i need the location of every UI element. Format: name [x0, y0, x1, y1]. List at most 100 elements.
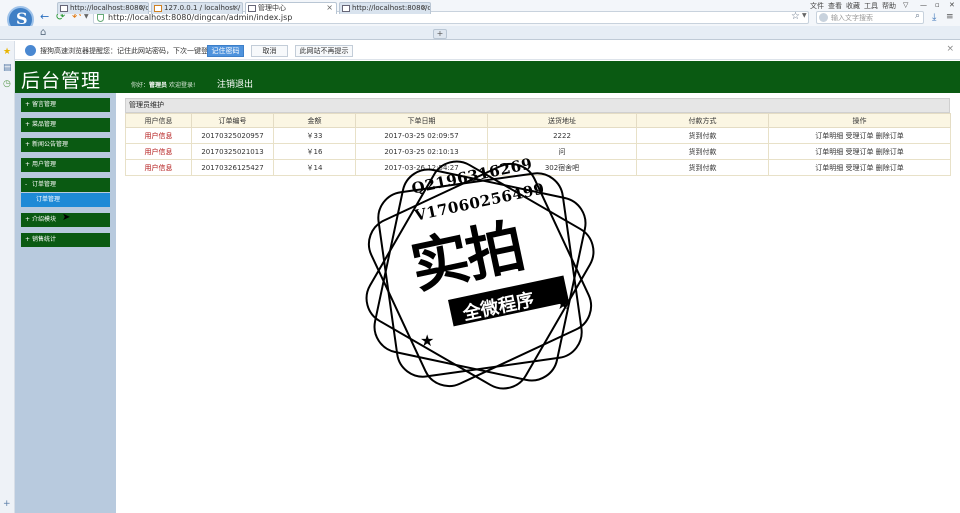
admin-header: 后台管理 你好：管理员 欢迎登录! 注销退出: [15, 61, 960, 93]
sidebar-subitem-order-management[interactable]: 订单管理: [21, 193, 110, 207]
tab-1[interactable]: http://localhost:8080/c ×: [57, 2, 149, 14]
search-box[interactable]: 输入文字搜索 ⌕: [816, 11, 924, 24]
order-no: 20170325020957: [191, 127, 274, 144]
search-icon[interactable]: ⌕: [915, 11, 920, 21]
sidebar-item-messages[interactable]: + 留言管理: [21, 98, 110, 112]
col-order-date: 下单日期: [355, 113, 488, 128]
order-actions[interactable]: 订单明细 受理订单 删除订单: [768, 127, 951, 144]
skin-icon[interactable]: ▽: [903, 1, 908, 9]
sidebar-item-label: 新闻公告管理: [32, 141, 69, 148]
sidebar-item-news[interactable]: + 新闻公告管理: [21, 138, 110, 152]
panel-title: 管理员维护: [125, 98, 950, 113]
order-date: 2017-03-25 02:09:57: [355, 127, 488, 144]
col-order-no: 订单编号: [191, 113, 274, 128]
sidebar-item-label: 菜品管理: [32, 121, 57, 128]
order-actions[interactable]: 订单明细 受理订单 删除订单: [768, 143, 951, 160]
amount: ￥33: [273, 127, 356, 144]
sidebar-item-orders[interactable]: - 订单管理: [21, 178, 110, 192]
tab-label: http://localhost:8080/c: [352, 4, 431, 12]
sidebar-item-label: 介绍模块: [32, 216, 57, 223]
user-info-link[interactable]: 用户信息: [125, 143, 192, 160]
user-info-link[interactable]: 用户信息: [125, 127, 192, 144]
tab-bar: [0, 26, 960, 40]
tab-label: 管理中心: [258, 4, 286, 12]
home-icon[interactable]: ⌂: [40, 27, 46, 38]
tab-label: http://localhost:8080/c: [70, 4, 149, 12]
expand-icon: +: [25, 161, 31, 168]
secure-shield-icon: [97, 14, 104, 22]
password-prompt-message: 搜狗高速浏览器提醒您：记住此网站密码，下次一键登录！: [40, 47, 222, 55]
password-prompt-bar: 搜狗高速浏览器提醒您：记住此网站密码，下次一键登录！ 记住密码 取消 此网站不再…: [15, 41, 960, 60]
order-no: 20170325021013: [191, 143, 274, 160]
search-engine-icon[interactable]: [819, 13, 828, 22]
sidebar-item-label: 销售统计: [32, 236, 57, 243]
main-menu-icon[interactable]: ≡: [946, 12, 954, 22]
col-actions: 操作: [768, 113, 951, 128]
payment: 货到付款: [636, 143, 769, 160]
sidebar-item-label: 用户管理: [32, 161, 57, 168]
favorites-star-icon[interactable]: ★: [3, 47, 11, 57]
minimize-icon[interactable]: —: [920, 1, 927, 9]
close-window-icon[interactable]: ✕: [949, 1, 955, 9]
bookmark-star-icon[interactable]: ☆: [791, 11, 800, 22]
logout-link[interactable]: 注销退出: [217, 77, 253, 90]
user-info-link[interactable]: 用户信息: [125, 159, 192, 176]
new-tab-button[interactable]: +: [433, 29, 447, 39]
greeting: 你好：管理员 欢迎登录!: [131, 80, 195, 89]
greeting-suffix: 欢迎登录!: [169, 82, 196, 89]
page-icon: [60, 5, 68, 12]
admin-sidebar: + 留言管理 + 菜品管理 + 新闻公告管理 + 用户管理 - 订单管理 订单管理 + 介绍…: [15, 93, 116, 513]
tab-4[interactable]: http://localhost:8080/c ×: [339, 2, 431, 14]
order-no: 20170326125427: [191, 159, 274, 176]
col-amount: 金额: [273, 113, 356, 128]
greeting-prefix: 你好：: [131, 82, 150, 89]
address-dropdown-icon[interactable]: ▼: [802, 12, 807, 19]
page-icon: [342, 5, 350, 12]
address: 2222: [487, 127, 637, 144]
sidebar-item-label: 订单管理: [32, 181, 57, 188]
order-actions[interactable]: 订单明细 受理订单 删除订单: [768, 159, 951, 176]
tab-2[interactable]: 127.0.0.1 / localhost / ×: [151, 2, 243, 14]
sidebar-item-dishes[interactable]: + 菜品管理: [21, 118, 110, 132]
browser-sidebar: ★ ▤ ◷ +: [0, 41, 15, 513]
close-tab-icon[interactable]: ×: [138, 3, 145, 13]
close-prompt-icon[interactable]: ×: [946, 44, 954, 54]
lightbulb-icon: [25, 45, 36, 56]
close-tab-icon[interactable]: ×: [232, 3, 239, 13]
expand-icon: +: [25, 121, 31, 128]
mouse-cursor-icon: ➤: [62, 212, 71, 223]
col-payment: 付款方式: [636, 113, 769, 128]
star-icon: ★: [556, 294, 571, 313]
remember-password-button[interactable]: 记住密码: [207, 45, 244, 57]
amount: ￥14: [273, 159, 356, 176]
col-address: 送货地址: [487, 113, 637, 128]
reading-icon[interactable]: ▤: [3, 63, 12, 73]
back-icon[interactable]: ←: [40, 11, 49, 23]
payment: 货到付款: [636, 159, 769, 176]
expand-icon: +: [25, 236, 31, 243]
close-tab-icon[interactable]: ×: [420, 3, 427, 13]
site-title: 后台管理: [21, 70, 102, 92]
address-text[interactable]: http://localhost:8080/dingcan/admin/inde…: [108, 13, 292, 22]
tab-label: 127.0.0.1 / localhost /: [164, 4, 241, 12]
maximize-icon[interactable]: ▫: [935, 1, 940, 9]
amount: ￥16: [273, 143, 356, 160]
add-sidebar-icon[interactable]: +: [3, 499, 11, 509]
close-tab-icon[interactable]: ×: [326, 3, 333, 13]
search-input[interactable]: 输入文字搜索: [831, 13, 873, 23]
never-prompt-button[interactable]: 此网站不再提示: [295, 45, 353, 57]
username: 管理员: [149, 82, 168, 89]
tab-3[interactable]: 管理中心 ×: [245, 2, 337, 14]
page-icon: [248, 5, 256, 12]
col-user-info: 用户信息: [125, 113, 192, 128]
history-clock-icon[interactable]: ◷: [3, 79, 11, 89]
sidebar-item-users[interactable]: + 用户管理: [21, 158, 110, 172]
cancel-button[interactable]: 取消: [251, 45, 288, 57]
table-header-row: 用户信息 订单编号 金额 下单日期 送货地址 付款方式 操作: [125, 113, 951, 128]
download-icon[interactable]: ⤓: [932, 12, 936, 23]
sidebar-item-sales[interactable]: + 销售统计: [21, 233, 110, 247]
expand-icon: +: [25, 216, 31, 223]
star-icon: ★: [420, 331, 435, 350]
payment: 货到付款: [636, 127, 769, 144]
page-icon: [154, 5, 162, 12]
